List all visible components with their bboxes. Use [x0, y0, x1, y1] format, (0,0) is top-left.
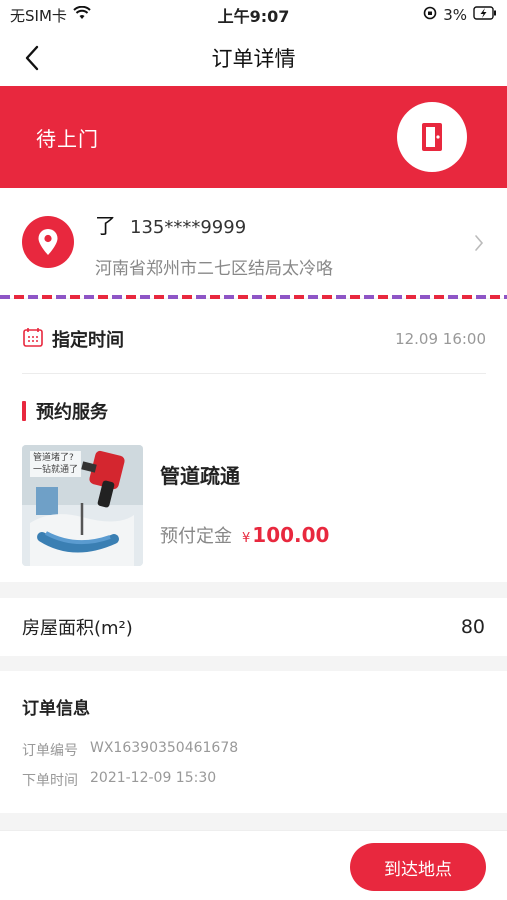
order-time-value: 2021-12-09 15:30 — [90, 770, 217, 786]
order-status-label: 待上门 — [36, 126, 99, 151]
arrive-button[interactable]: 到达地点 — [350, 843, 486, 891]
order-number-value: WX16390350461678 — [90, 740, 239, 756]
order-time-label: 下单时间 — [22, 773, 78, 789]
divider — [22, 373, 486, 374]
order-status-banner: 待上门 — [0, 86, 507, 188]
door-icon — [397, 102, 467, 172]
order-number-row: 订单编号 WX16390350461678 — [22, 740, 238, 760]
battery-charging-icon — [473, 6, 497, 24]
schedule-label: 指定时间 — [52, 330, 124, 351]
orientation-lock-icon — [423, 6, 437, 24]
schedule-row: 指定时间 12.09 16:00 — [22, 322, 486, 356]
status-bar: 无SIM卡 上午9:07 3% — [0, 0, 507, 30]
order-time-row: 下单时间 2021-12-09 15:30 — [22, 770, 216, 790]
chevron-right-icon — [474, 234, 484, 256]
chevron-left-icon — [25, 45, 39, 71]
house-area-row: 房屋面积(m²) 80 — [0, 598, 507, 656]
page-title: 订单详情 — [211, 47, 296, 71]
carrier-label: 无SIM卡 — [10, 6, 67, 25]
battery-percent: 3% — [443, 6, 467, 24]
house-area-label: 房屋面积(m²) — [22, 618, 133, 639]
location-pin-icon — [22, 216, 74, 268]
contact-line: 了 135****9999 — [95, 210, 246, 240]
contact-phone: 135****9999 — [130, 217, 247, 238]
deposit-label: 预付定金 — [160, 526, 232, 547]
calendar-icon — [22, 326, 44, 352]
service-name: 管道疏通 — [160, 464, 240, 488]
service-section-title: 预约服务 — [36, 402, 108, 423]
wifi-icon — [73, 5, 91, 24]
image-caption: 管道堵了? 一钻就通了 — [30, 451, 82, 477]
contact-name: 了 — [95, 214, 116, 238]
nav-bar: 订单详情 — [0, 30, 507, 86]
order-number-label: 订单编号 — [22, 743, 78, 759]
section-accent-bar — [22, 401, 26, 421]
schedule-value: 12.09 16:00 — [395, 330, 486, 348]
back-button[interactable] — [16, 42, 48, 74]
deposit-price: ¥100.00 — [242, 523, 330, 547]
address-card[interactable] — [0, 188, 507, 298]
address-detail: 河南省郑州市二七区结局太冷咯 — [95, 259, 333, 279]
order-info-title: 订单信息 — [22, 699, 90, 719]
house-area-value: 80 — [460, 616, 485, 638]
service-header: 预约服务 — [22, 398, 108, 424]
deposit-row: 预付定金 ¥100.00 — [160, 522, 329, 548]
service-image: 管道堵了? 一钻就通了 — [22, 445, 143, 566]
